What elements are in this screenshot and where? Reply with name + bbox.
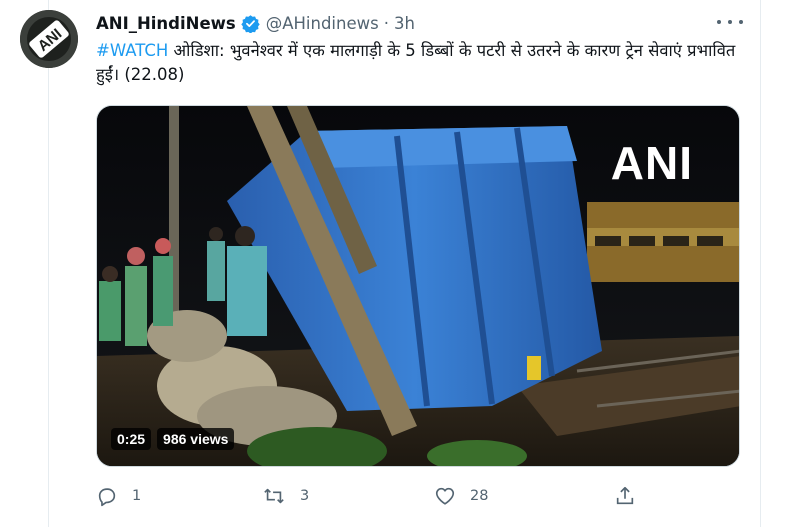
share-icon (616, 486, 634, 505)
reply-icon (98, 488, 116, 507)
retweet-icon (264, 488, 284, 504)
video-view-count: 986 views (157, 428, 235, 450)
tweet-text: #WATCH ओडिशा: भुवनेश्वर में एक मालगाड़ी … (96, 39, 736, 87)
author-avatar[interactable]: ANI (20, 10, 78, 68)
hashtag-link[interactable]: #WATCH (96, 41, 168, 60)
author-display-name[interactable]: ANI_HindiNews (96, 14, 236, 33)
tweet-actions: 1 3 28 (96, 482, 656, 510)
video-meta-chips: 0:25 986 views (111, 428, 235, 450)
retweet-count: 3 (300, 488, 310, 504)
more-options-icon[interactable] (717, 14, 743, 30)
reply-count: 1 (132, 488, 142, 504)
tweet-body-text: ओडिशा: भुवनेश्वर में एक मालगाड़ी के 5 डि… (96, 41, 736, 84)
timeline-right-border (760, 0, 761, 527)
video-player[interactable]: ANI 0:25 986 views (96, 105, 740, 467)
author-handle[interactable]: @AHindinews (266, 14, 379, 33)
video-duration: 0:25 (111, 428, 152, 450)
like-count: 28 (470, 488, 489, 504)
tweet-header: ANI_HindiNews @AHindinews · 3h (96, 11, 415, 35)
share-button[interactable] (614, 482, 636, 510)
like-button[interactable]: 28 (434, 482, 488, 510)
retweet-button[interactable]: 3 (262, 482, 309, 510)
heart-icon (435, 487, 455, 505)
header-separator: · (383, 13, 389, 33)
tweet-timestamp[interactable]: 3h (394, 14, 415, 33)
reply-button[interactable]: 1 (96, 482, 141, 510)
ani-watermark: ANI (610, 137, 693, 189)
verified-badge-icon (241, 14, 260, 34)
timeline-left-border (48, 0, 49, 527)
